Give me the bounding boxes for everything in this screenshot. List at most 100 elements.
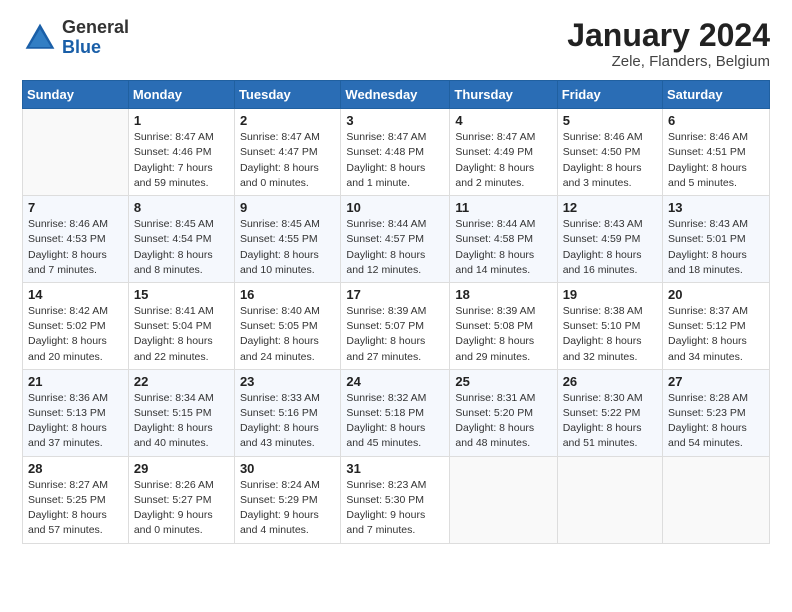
day-detail: Sunrise: 8:23 AM Sunset: 5:30 PM Dayligh… [346,478,444,539]
day-detail: Sunrise: 8:34 AM Sunset: 5:15 PM Dayligh… [134,391,229,452]
logo: General Blue [22,18,129,58]
day-detail: Sunrise: 8:44 AM Sunset: 4:58 PM Dayligh… [455,217,551,278]
logo-icon [22,20,58,56]
day-number: 15 [134,287,229,302]
day-number: 20 [668,287,764,302]
day-detail: Sunrise: 8:47 AM Sunset: 4:49 PM Dayligh… [455,130,551,191]
calendar-cell: 6 Sunrise: 8:46 AM Sunset: 4:51 PM Daylig… [663,109,770,196]
calendar-week-row: 1Sunrise: 8:47 AM Sunset: 4:46 PM Daylig… [23,109,770,196]
day-number: 8 [134,200,229,215]
day-number: 31 [346,461,444,476]
calendar-cell: 26 Sunrise: 8:30 AM Sunset: 5:22 PM Dayli… [557,369,662,456]
calendar-cell: 15 Sunrise: 8:41 AM Sunset: 5:04 PM Dayli… [128,282,234,369]
calendar-cell: 14 Sunrise: 8:42 AM Sunset: 5:02 PM Dayli… [23,282,129,369]
calendar-cell: 3Sunrise: 8:47 AM Sunset: 4:48 PM Daylig… [341,109,450,196]
calendar-cell: 19Sunrise: 8:38 AM Sunset: 5:10 PM Dayli… [557,282,662,369]
location-label: Zele, Flanders, Belgium [567,53,770,70]
day-number: 16 [240,287,335,302]
page: General Blue January 2024 Zele, Flanders… [0,0,792,612]
day-detail: Sunrise: 8:31 AM Sunset: 5:20 PM Dayligh… [455,391,551,452]
calendar-cell: 7 Sunrise: 8:46 AM Sunset: 4:53 PM Daylig… [23,196,129,283]
day-detail: Sunrise: 8:43 AM Sunset: 4:59 PM Dayligh… [563,217,657,278]
day-number: 27 [668,374,764,389]
day-detail: Sunrise: 8:27 AM Sunset: 5:25 PM Dayligh… [28,478,123,539]
header-monday: Monday [128,81,234,109]
day-number: 2 [240,113,335,128]
weekday-header-row: Sunday Monday Tuesday Wednesday Thursday… [23,81,770,109]
calendar-cell: 8 Sunrise: 8:45 AM Sunset: 4:54 PM Daylig… [128,196,234,283]
calendar-cell: 4 Sunrise: 8:47 AM Sunset: 4:49 PM Daylig… [450,109,557,196]
day-detail: Sunrise: 8:24 AM Sunset: 5:29 PM Dayligh… [240,478,335,539]
calendar-cell: 1Sunrise: 8:47 AM Sunset: 4:46 PM Daylig… [128,109,234,196]
day-detail: Sunrise: 8:38 AM Sunset: 5:10 PM Dayligh… [563,304,657,365]
day-number: 17 [346,287,444,302]
day-number: 22 [134,374,229,389]
day-detail: Sunrise: 8:42 AM Sunset: 5:02 PM Dayligh… [28,304,123,365]
calendar-cell [557,456,662,543]
day-number: 3 [346,113,444,128]
day-detail: Sunrise: 8:39 AM Sunset: 5:07 PM Dayligh… [346,304,444,365]
day-number: 11 [455,200,551,215]
day-detail: Sunrise: 8:33 AM Sunset: 5:16 PM Dayligh… [240,391,335,452]
day-detail: Sunrise: 8:36 AM Sunset: 5:13 PM Dayligh… [28,391,123,452]
day-detail: Sunrise: 8:46 AM Sunset: 4:53 PM Dayligh… [28,217,123,278]
calendar-cell [663,456,770,543]
day-number: 26 [563,374,657,389]
day-number: 28 [28,461,123,476]
day-detail: Sunrise: 8:46 AM Sunset: 4:50 PM Dayligh… [563,130,657,191]
header-friday: Friday [557,81,662,109]
calendar-cell: 27 Sunrise: 8:28 AM Sunset: 5:23 PM Dayli… [663,369,770,456]
calendar-cell: 21 Sunrise: 8:36 AM Sunset: 5:13 PM Dayli… [23,369,129,456]
header-thursday: Thursday [450,81,557,109]
day-number: 24 [346,374,444,389]
header-sunday: Sunday [23,81,129,109]
calendar-cell: 23Sunrise: 8:33 AM Sunset: 5:16 PM Dayli… [234,369,340,456]
header-saturday: Saturday [663,81,770,109]
day-number: 25 [455,374,551,389]
calendar-week-row: 28 Sunrise: 8:27 AM Sunset: 5:25 PM Dayli… [23,456,770,543]
calendar-cell: 16 Sunrise: 8:40 AM Sunset: 5:05 PM Dayli… [234,282,340,369]
calendar-cell: 30 Sunrise: 8:24 AM Sunset: 5:29 PM Dayli… [234,456,340,543]
calendar-cell: 11 Sunrise: 8:44 AM Sunset: 4:58 PM Dayli… [450,196,557,283]
day-number: 30 [240,461,335,476]
day-detail: Sunrise: 8:26 AM Sunset: 5:27 PM Dayligh… [134,478,229,539]
day-detail: Sunrise: 8:41 AM Sunset: 5:04 PM Dayligh… [134,304,229,365]
day-detail: Sunrise: 8:28 AM Sunset: 5:23 PM Dayligh… [668,391,764,452]
day-detail: Sunrise: 8:45 AM Sunset: 4:54 PM Dayligh… [134,217,229,278]
day-number: 1 [134,113,229,128]
day-number: 18 [455,287,551,302]
calendar-cell: 17 Sunrise: 8:39 AM Sunset: 5:07 PM Dayli… [341,282,450,369]
header-wednesday: Wednesday [341,81,450,109]
header-tuesday: Tuesday [234,81,340,109]
calendar-cell: 18 Sunrise: 8:39 AM Sunset: 5:08 PM Dayli… [450,282,557,369]
day-detail: Sunrise: 8:44 AM Sunset: 4:57 PM Dayligh… [346,217,444,278]
day-detail: Sunrise: 8:32 AM Sunset: 5:18 PM Dayligh… [346,391,444,452]
day-number: 12 [563,200,657,215]
calendar-cell: 25 Sunrise: 8:31 AM Sunset: 5:20 PM Dayli… [450,369,557,456]
day-number: 7 [28,200,123,215]
day-number: 6 [668,113,764,128]
day-detail: Sunrise: 8:39 AM Sunset: 5:08 PM Dayligh… [455,304,551,365]
calendar-week-row: 21 Sunrise: 8:36 AM Sunset: 5:13 PM Dayli… [23,369,770,456]
calendar-cell: 22 Sunrise: 8:34 AM Sunset: 5:15 PM Dayli… [128,369,234,456]
day-number: 21 [28,374,123,389]
day-detail: Sunrise: 8:37 AM Sunset: 5:12 PM Dayligh… [668,304,764,365]
day-number: 29 [134,461,229,476]
logo-text: General Blue [62,18,129,58]
day-number: 9 [240,200,335,215]
day-number: 4 [455,113,551,128]
calendar-cell: 5 Sunrise: 8:46 AM Sunset: 4:50 PM Daylig… [557,109,662,196]
calendar-cell [450,456,557,543]
day-number: 14 [28,287,123,302]
day-number: 5 [563,113,657,128]
calendar-cell [23,109,129,196]
calendar-cell: 31 Sunrise: 8:23 AM Sunset: 5:30 PM Dayli… [341,456,450,543]
calendar-week-row: 14 Sunrise: 8:42 AM Sunset: 5:02 PM Dayli… [23,282,770,369]
day-detail: Sunrise: 8:46 AM Sunset: 4:51 PM Dayligh… [668,130,764,191]
day-detail: Sunrise: 8:45 AM Sunset: 4:55 PM Dayligh… [240,217,335,278]
day-detail: Sunrise: 8:40 AM Sunset: 5:05 PM Dayligh… [240,304,335,365]
day-detail: Sunrise: 8:47 AM Sunset: 4:47 PM Dayligh… [240,130,335,191]
day-detail: Sunrise: 8:30 AM Sunset: 5:22 PM Dayligh… [563,391,657,452]
header: General Blue January 2024 Zele, Flanders… [22,18,770,70]
calendar-cell: 2 Sunrise: 8:47 AM Sunset: 4:47 PM Daylig… [234,109,340,196]
